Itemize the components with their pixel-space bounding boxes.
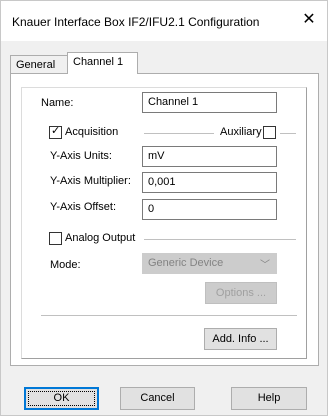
y-axis-offset-label: Y-Axis Offset: xyxy=(50,201,117,213)
check-icon: ✓ xyxy=(51,125,61,137)
configuration-dialog: Knauer Interface Box IF2/IFU2.1 Configur… xyxy=(0,0,328,416)
mode-select-value: Generic Device xyxy=(148,257,224,269)
focus-rect xyxy=(28,391,95,406)
y-axis-multiplier-label: Y-Axis Multiplier: xyxy=(50,175,131,187)
separator-bottom xyxy=(41,315,297,316)
y-axis-multiplier-input[interactable]: 0,001 xyxy=(142,172,277,193)
name-label: Name: xyxy=(41,97,74,109)
auxiliary-checkbox[interactable] xyxy=(263,126,276,139)
separator-analog xyxy=(144,239,296,240)
tab-general-label: General xyxy=(16,59,56,71)
add-info-button[interactable]: Add. Info ... xyxy=(204,328,277,350)
y-axis-units-label: Y-Axis Units: xyxy=(50,150,112,162)
mode-select[interactable]: Generic Device ﹀ xyxy=(142,253,277,274)
chevron-down-icon: ﹀ xyxy=(260,260,270,271)
cancel-button[interactable]: Cancel xyxy=(120,387,195,410)
tab-general[interactable]: General xyxy=(10,55,68,74)
y-axis-offset-input[interactable]: 0 xyxy=(142,199,277,220)
help-button[interactable]: Help xyxy=(231,387,307,410)
close-icon[interactable]: ✕ xyxy=(301,12,317,28)
mode-label: Mode: xyxy=(50,259,81,271)
analog-output-label: Analog Output xyxy=(65,232,136,244)
options-button[interactable]: Options ... xyxy=(205,282,277,304)
separator-auxiliary xyxy=(280,133,296,134)
auxiliary-label: Auxiliary xyxy=(220,126,262,138)
tab-channel-1[interactable]: Channel 1 xyxy=(67,52,138,74)
y-axis-units-input[interactable]: mV xyxy=(142,146,277,167)
analog-output-checkbox[interactable] xyxy=(49,232,62,245)
name-input[interactable]: Channel 1 xyxy=(142,92,277,113)
ok-button[interactable]: OK xyxy=(24,387,99,410)
acquisition-label: Acquisition xyxy=(65,126,119,138)
acquisition-checkbox[interactable]: ✓ xyxy=(49,125,62,139)
window-title: Knauer Interface Box IF2/IFU2.1 Configur… xyxy=(12,15,260,29)
tab-channel-1-label: Channel 1 xyxy=(73,56,124,68)
title-bar: Knauer Interface Box IF2/IFU2.1 Configur… xyxy=(1,1,327,41)
separator-acquisition xyxy=(144,133,214,134)
